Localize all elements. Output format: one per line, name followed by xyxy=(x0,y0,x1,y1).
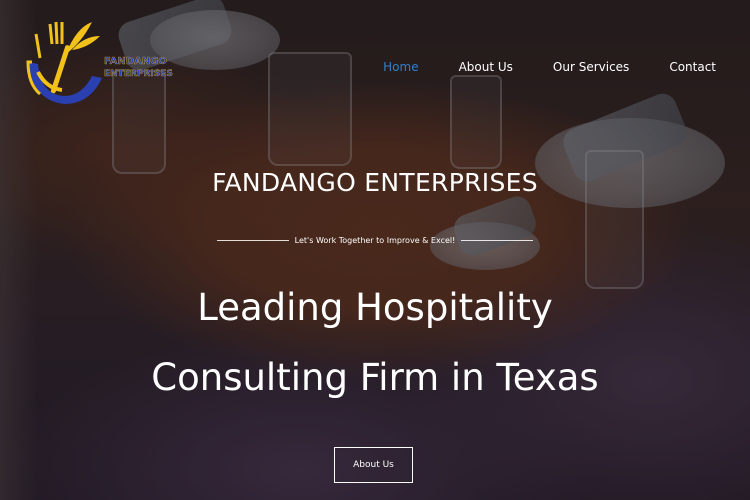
headline-line-1: Leading Hospitality xyxy=(197,286,553,329)
brand-title: FANDANGO ENTERPRISES xyxy=(212,168,538,197)
tagline: Let's Work Together to Improve & Excel! xyxy=(294,236,456,245)
main-nav: Home About Us Our Services Contact xyxy=(343,60,716,74)
tagline-row: Let's Work Together to Improve & Excel! xyxy=(217,236,534,245)
divider-line-left xyxy=(217,240,289,241)
headline-line-2: Consulting Firm in Texas xyxy=(151,356,599,399)
divider-line-right xyxy=(461,240,534,241)
nav-item-home[interactable]: Home xyxy=(383,60,418,74)
nav-item-contact[interactable]: Contact xyxy=(669,60,716,74)
logo-text-line1: FANDANGO xyxy=(104,56,167,67)
logo-text-line2: ENTERPRISES xyxy=(104,69,173,79)
nav-item-our-services[interactable]: Our Services xyxy=(553,60,629,74)
nav-item-about-us[interactable]: About Us xyxy=(459,60,513,74)
about-us-button[interactable]: About Us xyxy=(334,447,413,483)
site-logo[interactable]: FANDANGO ENTERPRISES xyxy=(22,14,173,114)
